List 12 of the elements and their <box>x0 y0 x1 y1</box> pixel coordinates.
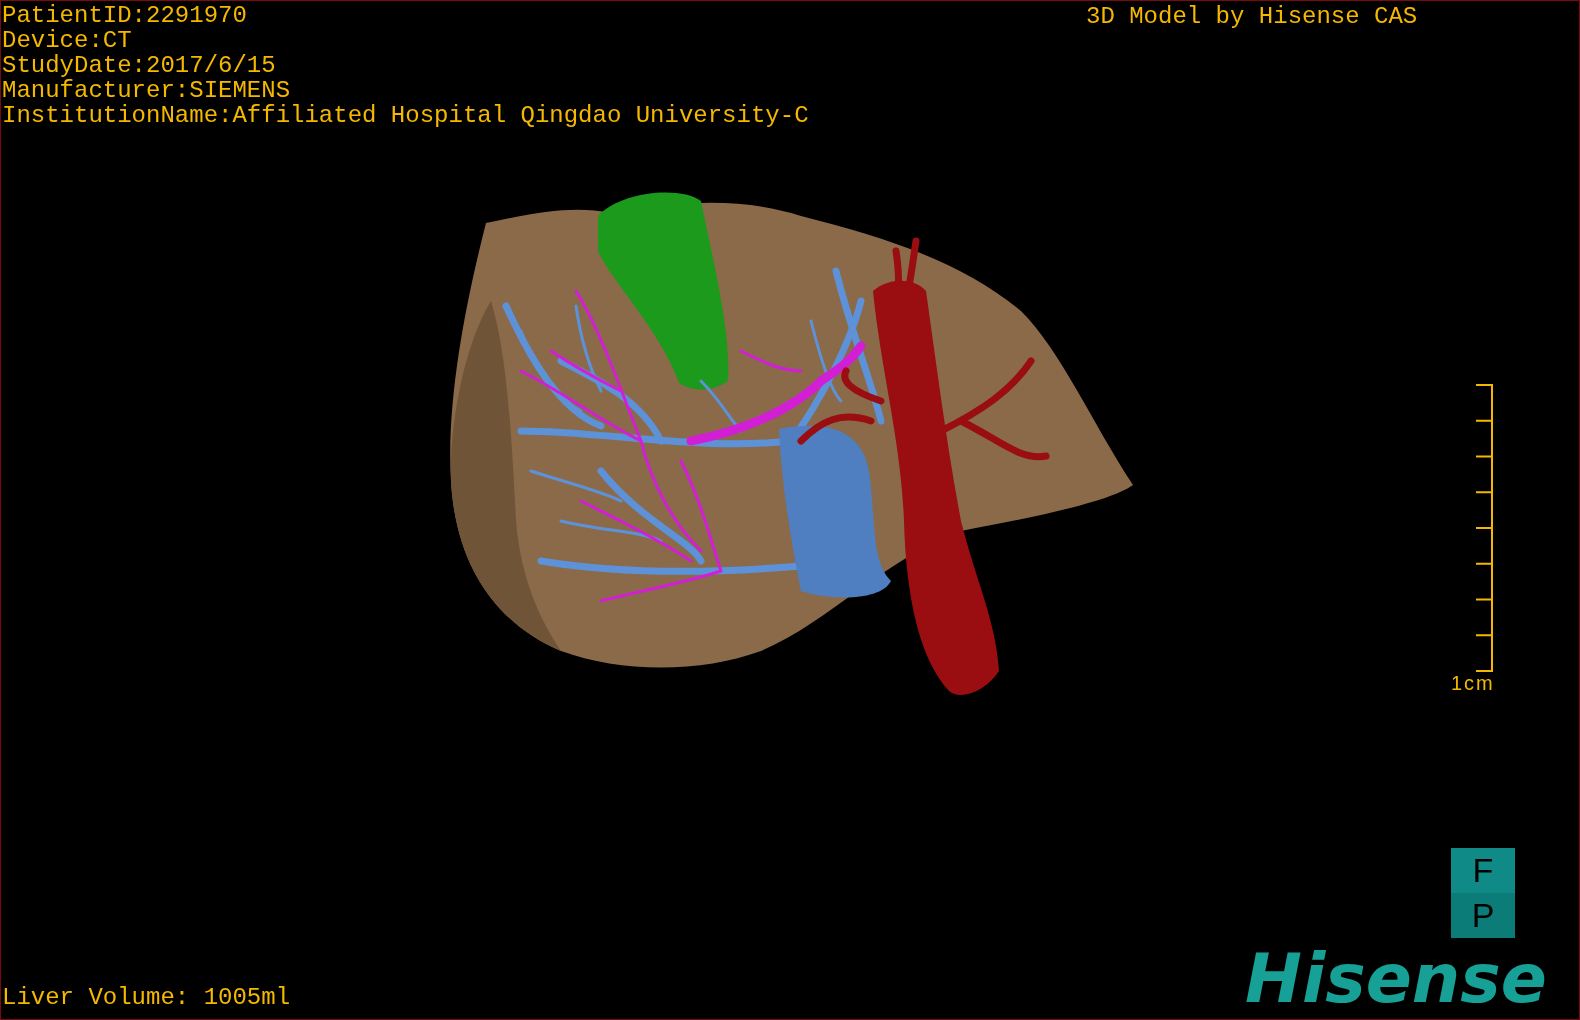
patient-info-line: StudyDate:2017/6/15 <box>2 53 277 78</box>
view-button[interactable]: P <box>1451 893 1515 938</box>
model-caption: 3D Model by Hisense CAS <box>1086 4 1418 29</box>
patient-info-line: InstitutionName:Affiliated Hospital Qingdao University-C <box>2 103 809 128</box>
liver-volume: Liver Volume: 1005ml <box>2 985 291 1010</box>
patient-info-line: Manufacturer:SIEMENS <box>2 78 292 103</box>
patient-info-line: Device:CT <box>2 28 133 53</box>
patient-info-line: PatientID:2291970 <box>2 3 248 28</box>
brand-logo: Hisense <box>1245 943 1547 1015</box>
view-button[interactable]: F <box>1451 848 1515 893</box>
scale-bar-icon <box>1475 384 1493 672</box>
scale-label: 1cm <box>1451 672 1495 694</box>
